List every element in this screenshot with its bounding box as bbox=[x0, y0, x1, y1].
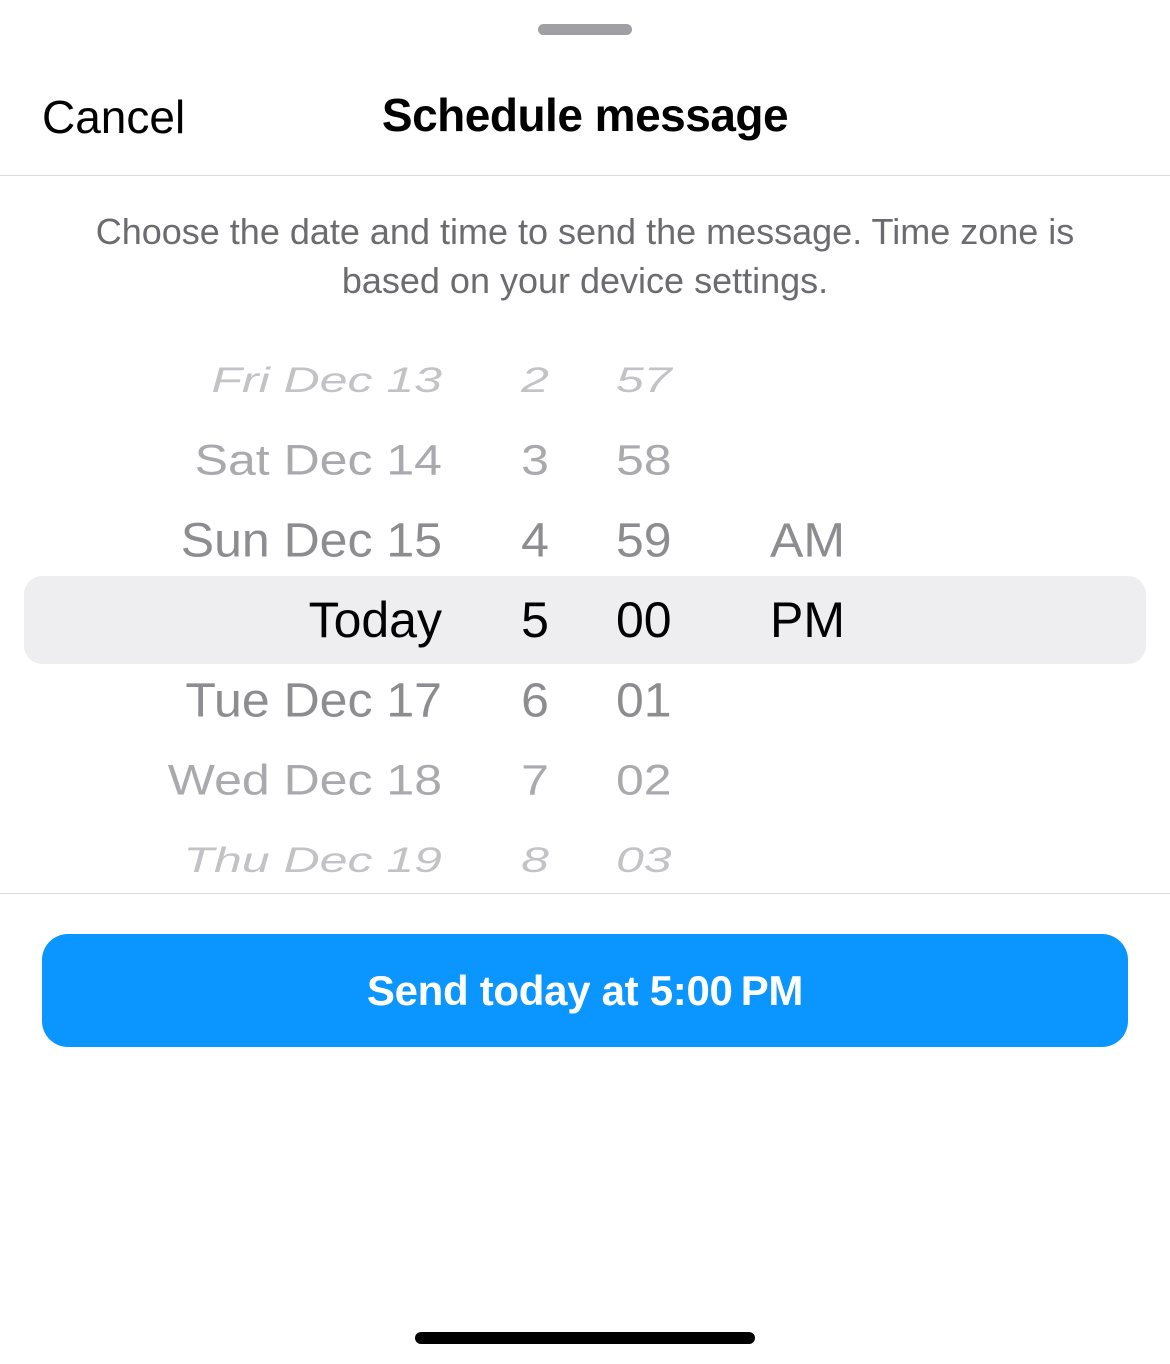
date-option[interactable]: Fri Dec 13 bbox=[0, 352, 470, 408]
period-option[interactable]: AM bbox=[760, 502, 930, 579]
minute-option[interactable]: 59 bbox=[600, 502, 760, 579]
hour-option[interactable]: 9 bbox=[470, 920, 600, 925]
home-indicator[interactable] bbox=[415, 1332, 755, 1344]
hour-option[interactable]: 6 bbox=[470, 662, 600, 739]
period-wheel[interactable]: . . . AM PM . . . . bbox=[760, 315, 930, 925]
date-option[interactable]: Sat Dec 14 bbox=[0, 426, 470, 495]
date-wheel[interactable]: Thu Dec 12 Fri Dec 13 Sat Dec 14 Sun Dec… bbox=[0, 315, 470, 925]
minute-option[interactable]: 01 bbox=[600, 662, 760, 739]
minute-option[interactable]: 56 bbox=[600, 315, 760, 320]
schedule-message-sheet: Cancel Schedule message Choose the date … bbox=[0, 0, 1170, 1364]
date-option[interactable]: Thu Dec 19 bbox=[0, 832, 470, 888]
cancel-button[interactable]: Cancel bbox=[42, 90, 185, 144]
sheet-title: Schedule message bbox=[382, 88, 788, 142]
minute-option[interactable]: 58 bbox=[600, 426, 760, 495]
hour-option[interactable]: 8 bbox=[470, 832, 600, 888]
sheet-header: Cancel Schedule message bbox=[0, 0, 1170, 176]
send-button[interactable]: Send today at 5:00 PM bbox=[42, 934, 1128, 1047]
period-option-selected[interactable]: PM bbox=[760, 580, 930, 660]
date-option[interactable]: Sun Dec 15 bbox=[0, 502, 470, 579]
hour-option[interactable]: 2 bbox=[470, 352, 600, 408]
minute-option[interactable]: 04 bbox=[600, 920, 760, 925]
minute-wheel[interactable]: 56 57 58 59 00 01 02 03 04 bbox=[600, 315, 760, 925]
hour-option[interactable]: 4 bbox=[470, 502, 600, 579]
hour-wheel[interactable]: 1 2 3 4 5 6 7 8 9 bbox=[470, 315, 600, 925]
minute-option-selected[interactable]: 00 bbox=[600, 580, 760, 660]
instruction-text: Choose the date and time to send the mes… bbox=[0, 176, 1170, 305]
datetime-picker: Thu Dec 12 Fri Dec 13 Sat Dec 14 Sun Dec… bbox=[0, 315, 1170, 925]
date-option[interactable]: Thu Dec 12 bbox=[0, 315, 470, 320]
minute-option[interactable]: 03 bbox=[600, 832, 760, 888]
date-option[interactable]: Wed Dec 18 bbox=[0, 746, 470, 815]
hour-option[interactable]: 1 bbox=[470, 315, 600, 320]
minute-option[interactable]: 57 bbox=[600, 352, 760, 408]
hour-option[interactable]: 3 bbox=[470, 426, 600, 495]
hour-option-selected[interactable]: 5 bbox=[470, 580, 600, 660]
hour-option[interactable]: 7 bbox=[470, 746, 600, 815]
date-option-selected[interactable]: Today bbox=[0, 580, 470, 660]
date-option[interactable]: Tue Dec 17 bbox=[0, 662, 470, 739]
date-option[interactable]: Fri Dec 20 bbox=[0, 920, 470, 925]
minute-option[interactable]: 02 bbox=[600, 746, 760, 815]
